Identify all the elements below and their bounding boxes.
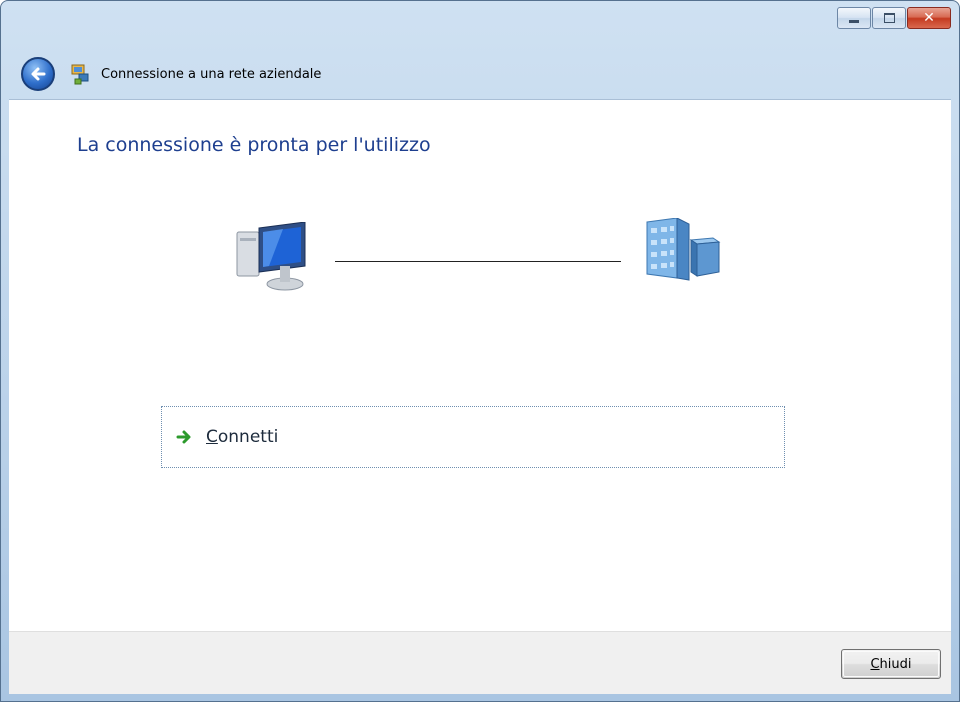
green-arrow-icon <box>176 430 191 444</box>
back-arrow-icon <box>31 67 46 81</box>
network-connection-icon <box>71 64 89 85</box>
maximize-button[interactable] <box>872 7 906 29</box>
connect-access-key: C <box>206 427 218 447</box>
close-access-key: C <box>870 656 880 672</box>
connection-line <box>335 261 621 262</box>
back-button[interactable] <box>21 57 55 91</box>
caption-buttons: ✕ <box>837 7 951 29</box>
close-button[interactable]: Chiudi <box>841 649 941 679</box>
corporate-network-building-icon <box>646 218 721 281</box>
connection-visual <box>235 218 735 308</box>
title-row: Connessione a una rete aziendale <box>21 57 321 91</box>
connect-command-link[interactable]: Connetti <box>161 406 785 468</box>
connect-label: Connetti <box>206 427 278 447</box>
minimize-icon <box>849 19 859 23</box>
connect-label-rest: onnetti <box>217 427 279 447</box>
wizard-window: ✕ Connessione a una rete aziendale La co… <box>0 0 960 702</box>
computer-icon <box>236 222 306 291</box>
maximize-icon <box>883 13 895 23</box>
close-icon: ✕ <box>923 10 935 26</box>
close-window-button[interactable]: ✕ <box>907 7 951 29</box>
close-label-rest: hiudi <box>879 656 912 672</box>
window-title: Connessione a una rete aziendale <box>101 66 322 82</box>
close-button-label: Chiudi <box>870 657 911 672</box>
content-panel: La connessione è pronta per l'utilizzo C… <box>9 99 951 632</box>
footer-bar: Chiudi <box>9 631 951 694</box>
page-heading: La connessione è pronta per l'utilizzo <box>77 134 431 156</box>
minimize-button[interactable] <box>837 7 871 29</box>
